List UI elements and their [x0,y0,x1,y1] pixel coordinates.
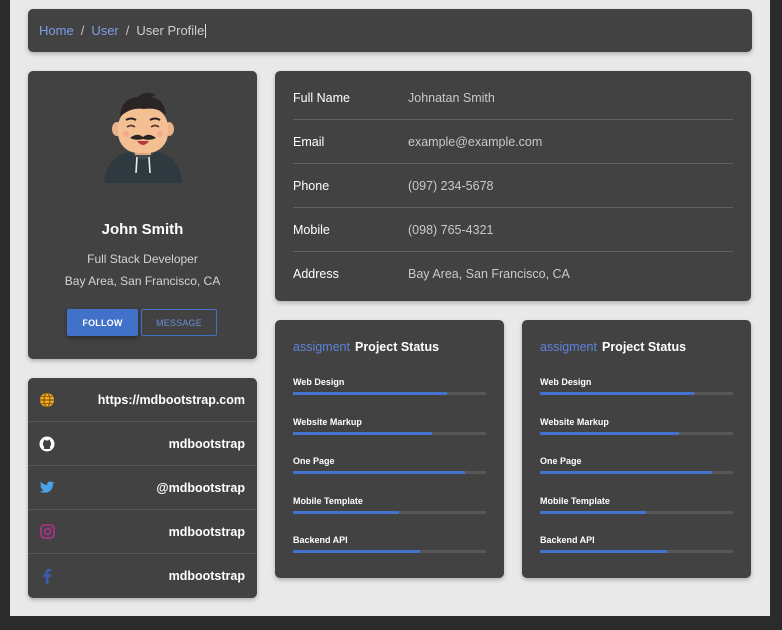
progress-label: One Page [293,456,335,466]
info-row-full-name: Full Name Johnatan Smith [293,76,733,120]
profile-name: John Smith [101,221,184,238]
progress-bar [293,550,486,553]
progress-label: Backend API [293,535,348,545]
info-value: Johnatan Smith [408,90,495,105]
left-frame-edge [0,0,10,630]
info-value: (098) 765-4321 [408,222,494,237]
info-label: Full Name [293,90,350,105]
avatar [104,92,182,183]
progress-bar-fill [540,510,647,514]
social-facebook-text: mdbootstrap [168,569,245,583]
progress-label: Website Markup [540,416,609,427]
info-row-email: Email example@example.com [293,120,733,164]
progress-bar [293,431,486,435]
progress-bar [540,392,733,395]
progress-label: Web Design [293,377,345,387]
info-label: Email [293,134,325,149]
profile-role: Full Stack Developer [87,252,198,266]
progress-bar [293,392,486,395]
social-instagram-text: mdbootstrap [168,524,245,539]
message-button[interactable]: MESSAGE [141,309,217,336]
progress-bar [293,510,486,514]
profile-info-card: Full Name Johnatan Smith Email example@e… [275,71,751,301]
breadcrumb-current: User Profile [136,23,205,38]
social-item-website[interactable]: https://mdbootstrap.com [28,378,257,422]
project-status-accent: assigment [293,340,350,354]
info-row-phone: Phone (097) 234-5678 [293,164,733,208]
social-item-github[interactable]: mdbootstrap [28,422,257,466]
text-cursor [205,23,207,38]
progress-label: Mobile Template [293,495,363,506]
info-label: Address [293,267,339,281]
social-website-text: https://mdbootstrap.com [97,392,245,407]
progress-bar-fill [293,550,421,553]
breadcrumb-separator: / [125,23,130,38]
globe-icon [38,391,56,409]
github-icon [38,435,56,453]
progress-label: Web Design [540,377,592,387]
profile-location: Bay Area, San Francisco, CA [64,274,221,288]
info-value: (097) 234-5678 [408,178,494,193]
project-status-accent: assigment [540,340,597,354]
progress-bar [540,431,733,435]
project-status-card: assigment Project Status Web Design Websit… [522,320,751,578]
info-row-mobile: Mobile (098) 765-4321 [293,208,733,252]
progress-bar [540,471,733,474]
project-status-title: assigment Project Status [540,340,686,354]
project-status-heading: Project Status [601,340,687,354]
profile-card: John Smith Full Stack Developer Bay Area… [28,71,257,359]
progress-label: Website Markup [293,416,362,427]
bottom-frame-edge [0,616,782,630]
info-label: Phone [293,178,330,193]
info-value: Bay Area, San Francisco, CA [408,267,570,281]
project-status-card: assigment Project Status Web Design Websit… [275,320,504,578]
info-value: example@example.com [408,134,543,149]
social-twitter-text: @mdbootstrap [156,480,245,495]
project-status-title: assigment Project Status [293,340,439,354]
progress-label: Backend API [540,535,595,545]
progress-bar-fill [540,550,668,553]
progress-label: Mobile Template [540,495,610,506]
progress-bar-fill [540,431,679,435]
social-item-facebook[interactable]: mdbootstrap [28,554,257,598]
breadcrumb-separator: / [80,23,85,38]
social-item-twitter[interactable]: @mdbootstrap [28,466,257,510]
progress-bar-fill [293,392,448,395]
social-github-text: mdbootstrap [168,436,245,451]
facebook-icon [38,567,56,585]
twitter-icon [38,479,56,497]
info-label: Mobile [293,222,330,237]
right-frame-edge [770,0,782,630]
project-status-heading: Project Status [354,340,440,354]
info-row-address: Address Bay Area, San Francisco, CA [293,252,733,296]
progress-bar [540,550,733,553]
progress-bar [293,471,486,474]
progress-bar-fill [540,471,712,474]
instagram-icon [38,523,56,541]
progress-label: One Page [540,456,582,466]
progress-bar-fill [540,392,695,395]
progress-bar-fill [293,510,400,514]
social-item-instagram[interactable]: mdbootstrap [28,510,257,554]
breadcrumb: Home / User / User Profile [28,9,752,52]
progress-bar [540,510,733,514]
follow-button[interactable]: FOLLOW [67,309,138,336]
breadcrumb-home-link[interactable]: Home [39,23,74,38]
progress-bar-fill [293,431,432,435]
social-links-card: https://mdbootstrap.com mdbootstrap @mdb… [28,378,257,598]
breadcrumb-user-link[interactable]: User [91,23,118,38]
progress-bar-fill [293,471,465,474]
